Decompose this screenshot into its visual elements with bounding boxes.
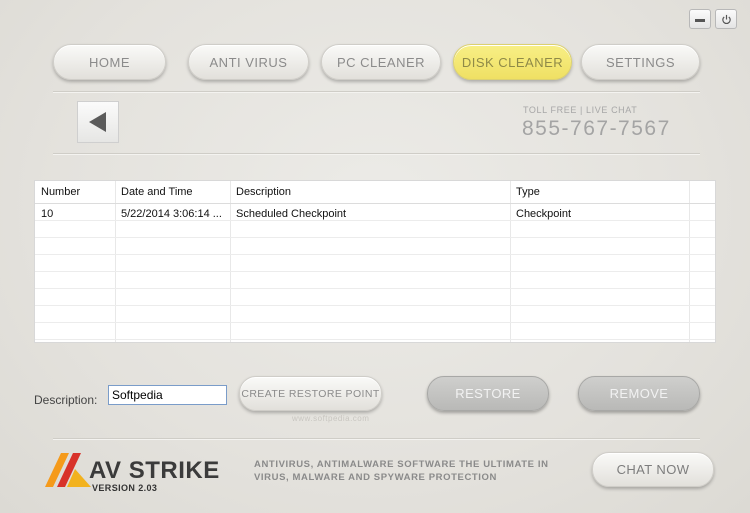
remove-label: REMOVE bbox=[609, 386, 669, 401]
tab-pc-cleaner-label: PC CLEANER bbox=[336, 54, 426, 70]
create-restore-point-label: CREATE RESTORE POINT bbox=[241, 387, 380, 400]
minimize-button[interactable] bbox=[689, 9, 711, 29]
tab-disk-cleaner[interactable]: DISK CLEANER bbox=[453, 44, 572, 80]
restore-points-table[interactable]: Number Date and Time Description Type 10… bbox=[34, 180, 716, 343]
tab-pc-cleaner[interactable]: PC CLEANER bbox=[321, 44, 441, 80]
phone-number: 855-767-7567 bbox=[522, 117, 671, 140]
divider-bottom bbox=[53, 438, 700, 439]
tab-anti-virus-label: ANTI VIRUS bbox=[209, 54, 288, 70]
column-header-description[interactable]: Description bbox=[236, 186, 291, 198]
tab-home-label: HOME bbox=[89, 54, 130, 70]
cell-type: Checkpoint bbox=[516, 208, 572, 220]
logo-strike: STRIKE bbox=[128, 457, 220, 484]
column-header-date[interactable]: Date and Time bbox=[121, 186, 193, 198]
tab-home[interactable]: HOME bbox=[53, 44, 166, 80]
restore-button[interactable]: RESTORE bbox=[427, 376, 549, 411]
chat-now-label: CHAT NOW bbox=[616, 462, 690, 477]
description-label: Description: bbox=[34, 393, 98, 407]
tagline: ANTIVIRUS, ANTIMALWARE SOFTWARE THE ULTI… bbox=[254, 459, 549, 483]
table-grid bbox=[35, 181, 715, 342]
tab-anti-virus[interactable]: ANTI VIRUS bbox=[188, 44, 309, 80]
divider-mid bbox=[53, 153, 700, 154]
minimize-icon bbox=[695, 18, 705, 22]
tab-disk-cleaner-label: DISK CLEANER bbox=[461, 54, 564, 70]
cell-date: 5/22/2014 3:06:14 ... bbox=[121, 208, 222, 220]
back-arrow-icon bbox=[89, 112, 106, 132]
toll-free-label: TOLL FREE | LIVE CHAT bbox=[523, 105, 638, 115]
avstrike-logo-text: AV STRIKE bbox=[89, 457, 220, 485]
logo-av: AV bbox=[89, 457, 122, 484]
power-button[interactable] bbox=[715, 9, 737, 29]
cell-description: Scheduled Checkpoint bbox=[236, 208, 347, 220]
remove-button[interactable]: REMOVE bbox=[578, 376, 700, 411]
description-input[interactable] bbox=[108, 385, 227, 405]
divider-top bbox=[53, 91, 700, 92]
softpedia-watermark: www.softpedia.com bbox=[292, 414, 370, 423]
avstrike-logo-icon bbox=[45, 453, 91, 487]
back-button[interactable] bbox=[77, 101, 119, 143]
column-header-number[interactable]: Number bbox=[41, 186, 80, 198]
chat-now-button[interactable]: CHAT NOW bbox=[592, 452, 714, 487]
tab-settings-label: SETTINGS bbox=[605, 54, 675, 70]
column-header-type[interactable]: Type bbox=[516, 186, 540, 198]
restore-label: RESTORE bbox=[455, 386, 521, 401]
cell-number: 10 bbox=[41, 208, 54, 220]
version-label: VERSION 2.03 bbox=[92, 483, 158, 493]
tab-settings[interactable]: SETTINGS bbox=[581, 44, 700, 80]
power-icon bbox=[721, 14, 731, 24]
create-restore-point-button[interactable]: CREATE RESTORE POINT bbox=[239, 376, 382, 411]
